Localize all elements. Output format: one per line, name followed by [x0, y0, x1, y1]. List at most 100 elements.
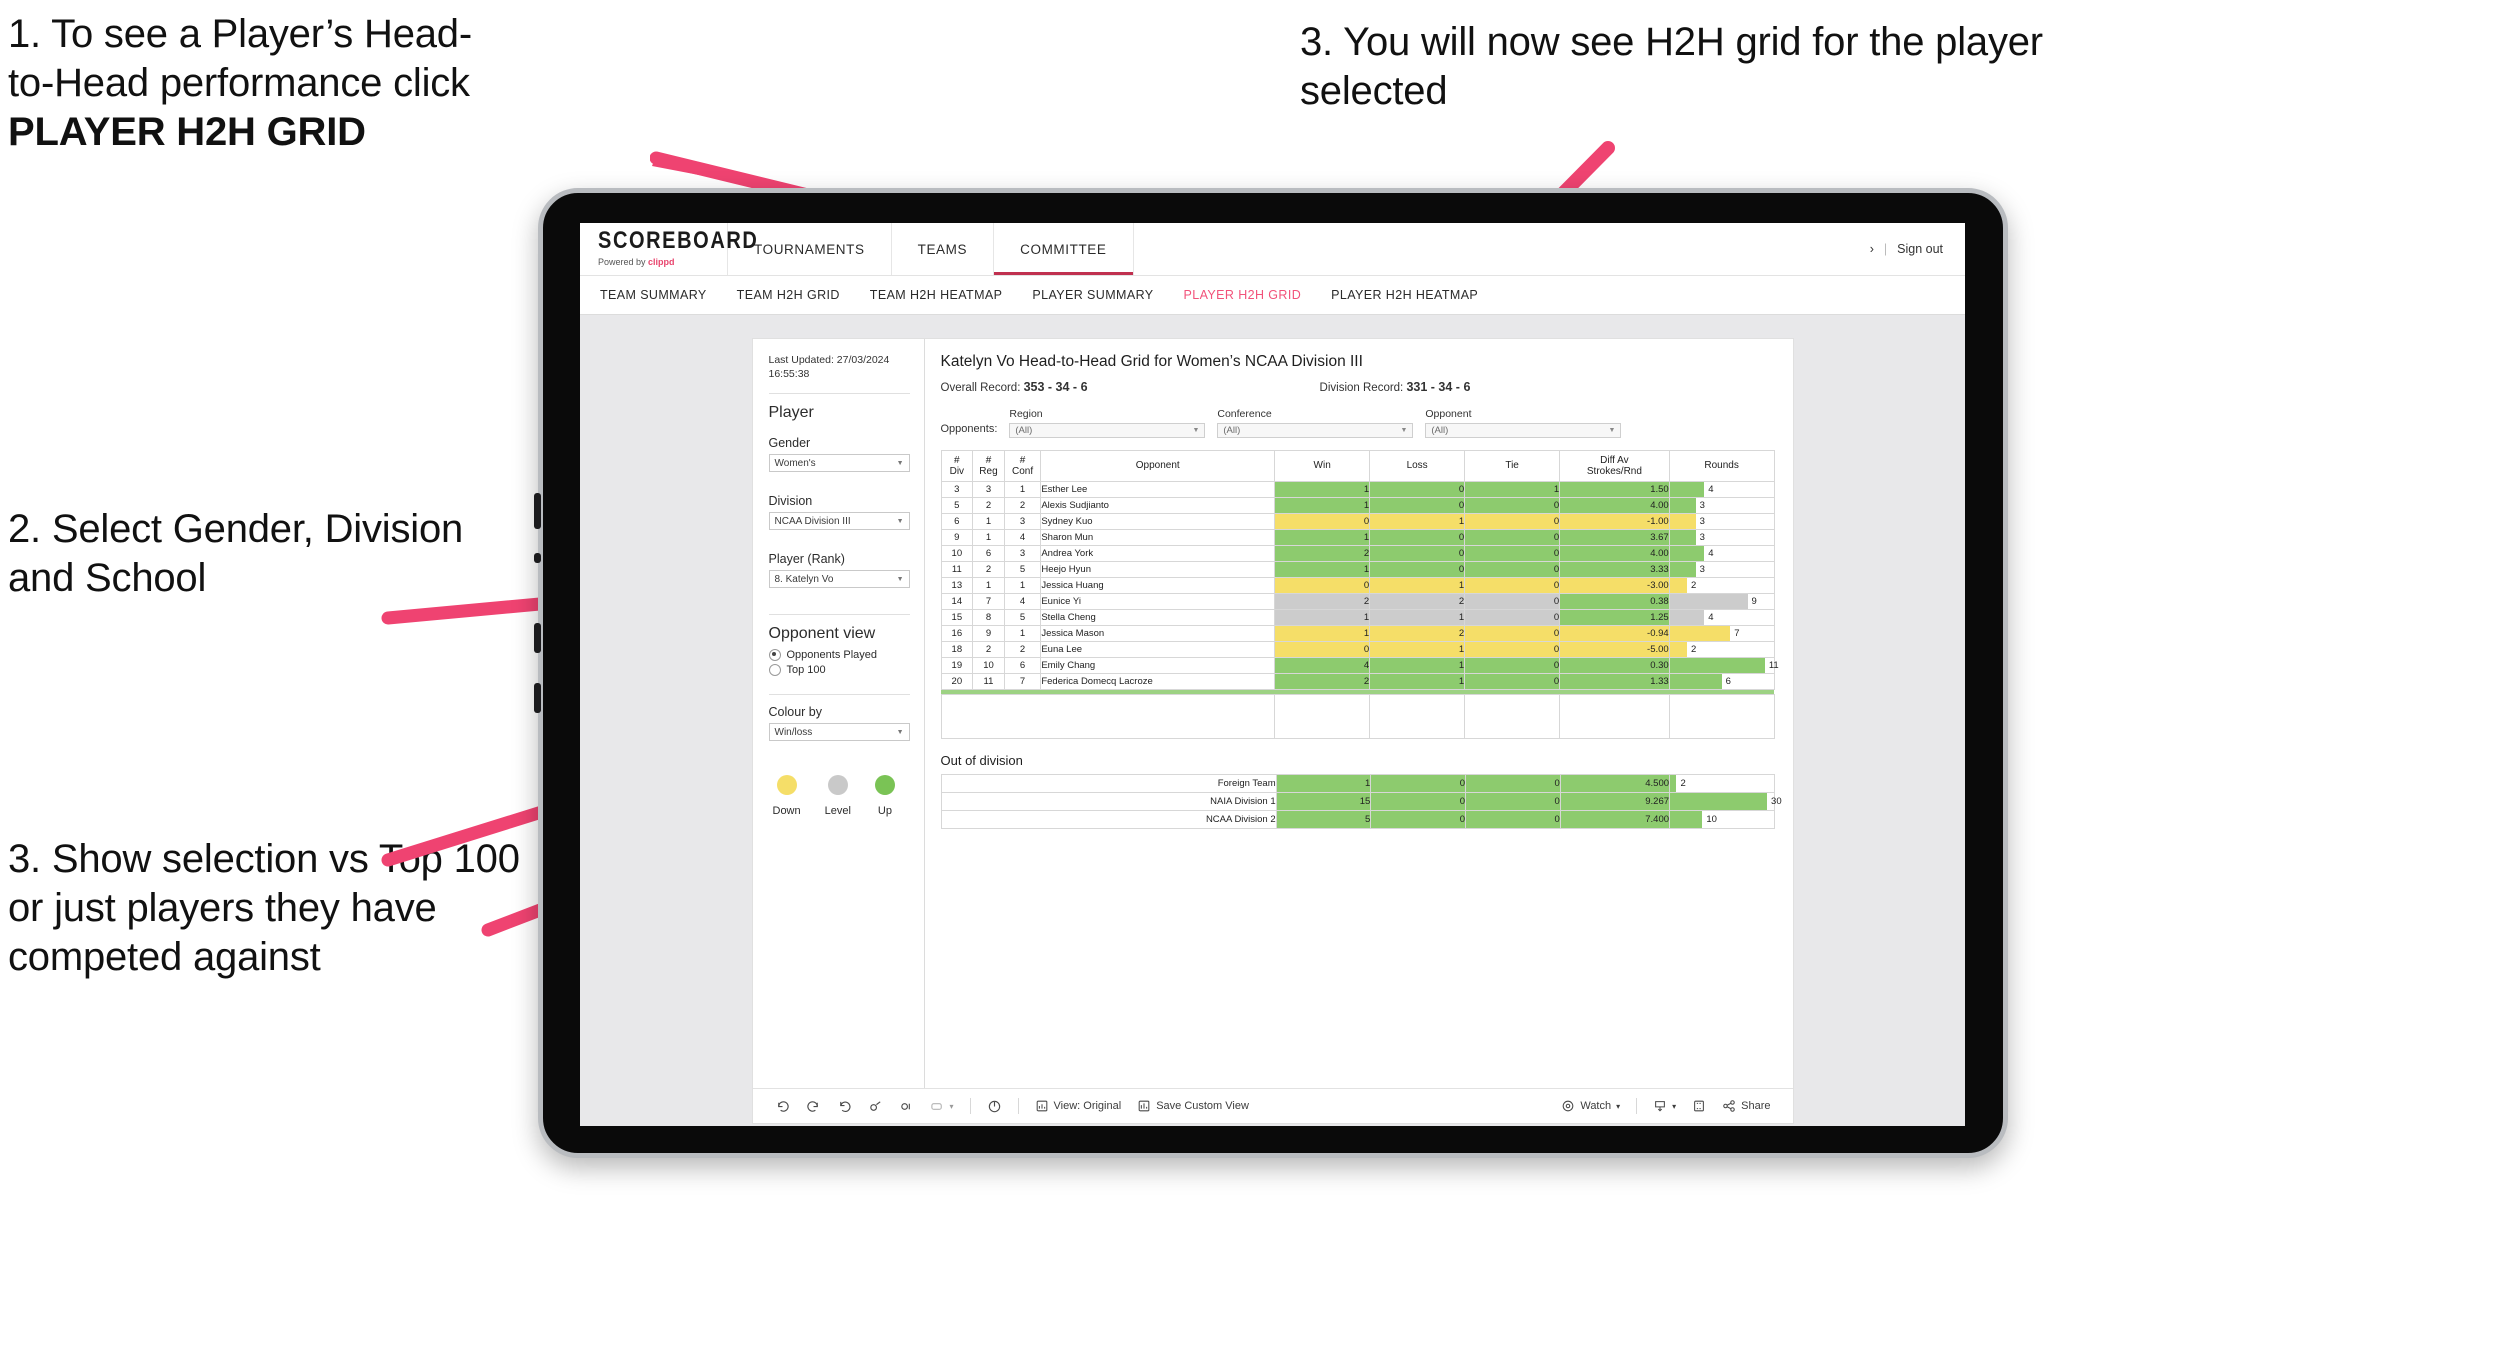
- rounds-value: 3: [1699, 532, 1705, 543]
- filler-win: [1274, 694, 1371, 739]
- rounds-bar: [1669, 562, 1696, 577]
- player-section-title: Player: [768, 404, 814, 422]
- cell-div: 16: [940, 625, 974, 642]
- table-row[interactable]: 18 2 2 Euna Lee 0 1 0 -5.00 2: [940, 641, 1775, 658]
- table-row[interactable]: 10 6 3 Andrea York 2 0 0 4.00 4: [940, 545, 1775, 562]
- gender-select[interactable]: Women's ▼: [768, 454, 910, 473]
- rounds-value: 2: [1680, 778, 1686, 789]
- cell-win: 1: [1274, 609, 1371, 626]
- rounds-bar: [1669, 642, 1687, 657]
- table-row[interactable]: 13 1 1 Jessica Huang 0 1 0 -3.00 2: [940, 577, 1775, 594]
- cell-diff: 4.00: [1559, 497, 1670, 514]
- subnav-player-h2h-heatmap[interactable]: PLAYER H2H HEATMAP: [1331, 288, 1478, 302]
- save-custom-view-button[interactable]: Save Custom View: [1129, 1099, 1257, 1113]
- tablet-button-4: [534, 683, 541, 713]
- cell-tie: 0: [1464, 609, 1561, 626]
- cell-tie: 0: [1464, 593, 1561, 610]
- subnav-player-h2h-grid[interactable]: PLAYER H2H GRID: [1184, 288, 1302, 302]
- h2h-table-wrapper[interactable]: # Div # Reg # Conf Opponent Win Loss Tie Di…: [940, 450, 1779, 739]
- cell-loss: 0: [1369, 497, 1466, 514]
- cell-win: 1: [1274, 529, 1371, 546]
- annotation-step-2: 2. Select Gender, Division and School: [8, 507, 464, 600]
- overall-record-value: 353 - 34 - 6: [1023, 380, 1088, 394]
- division-record: Division Record: 331 - 34 - 6: [1320, 380, 1471, 394]
- filter-conference-select[interactable]: (All) ▼: [1217, 423, 1414, 438]
- player-rank-select[interactable]: 8. Katelyn Vo ▼: [768, 570, 910, 589]
- cell-rounds: 6: [1668, 673, 1775, 690]
- viz-container: Last Updated: 27/03/2024 16:55:38 Player…: [752, 339, 1793, 1123]
- out-of-division-row[interactable]: Foreign Team 1 0 0 4.500 2: [940, 774, 1775, 793]
- table-row[interactable]: 14 7 4 Eunice Yi 2 2 0 0.38 9: [940, 593, 1775, 610]
- division-record-label: Division Record:: [1319, 382, 1404, 394]
- tablet-button-2: [534, 553, 541, 563]
- share-label: Share: [1741, 1100, 1771, 1112]
- cell-div: 11: [940, 561, 974, 578]
- rounds-value: 2: [1691, 580, 1697, 591]
- filter-region-select[interactable]: (All) ▼: [1009, 423, 1206, 438]
- user-chevron-icon[interactable]: ›: [1870, 242, 1874, 256]
- nav-committee[interactable]: COMMITTEE: [994, 223, 1134, 275]
- division-select[interactable]: NCAA Division III ▼: [768, 512, 910, 531]
- pause-refresh-button[interactable]: [891, 1099, 922, 1114]
- table-row[interactable]: 20 11 7 Federica Domecq Lacroze 2 1 0 1.33 6: [940, 673, 1775, 690]
- undo-button[interactable]: [767, 1099, 798, 1114]
- cell-win: 2: [1274, 545, 1371, 562]
- share-button[interactable]: Share: [1714, 1099, 1778, 1113]
- cell-tie: 0: [1464, 625, 1561, 642]
- fullscreen-button[interactable]: [1684, 1099, 1714, 1113]
- cell-win: 0: [1274, 641, 1371, 658]
- subnav-team-h2h-heatmap[interactable]: TEAM H2H HEATMAP: [870, 288, 1003, 302]
- radio-opponents-played[interactable]: Opponents Played: [768, 649, 910, 662]
- table-row[interactable]: 3 3 1 Esther Lee 1 0 1 1.50 4: [940, 481, 1775, 498]
- watch-button[interactable]: Watch ▾: [1553, 1099, 1628, 1113]
- cell-div: 15: [940, 609, 974, 626]
- subnav-player-summary[interactable]: PLAYER SUMMARY: [1032, 288, 1153, 302]
- table-row[interactable]: 15 8 5 Stella Cheng 1 1 0 1.25 4: [940, 609, 1775, 626]
- subnav-team-h2h-grid[interactable]: TEAM H2H GRID: [737, 288, 840, 302]
- subnav-team-summary[interactable]: TEAM SUMMARY: [600, 288, 707, 302]
- table-row[interactable]: 9 1 4 Sharon Mun 1 0 0 3.67 3: [940, 529, 1775, 546]
- table-row[interactable]: 5 2 2 Alexis Sudjianto 1 0 0 4.00 3: [940, 497, 1775, 514]
- col-conf: # Conf: [1003, 450, 1042, 482]
- filter-region-caption: Region: [1009, 408, 1043, 420]
- download-button[interactable]: ▾: [1645, 1099, 1684, 1113]
- cell-tie: 0: [1464, 561, 1561, 578]
- rounds-value: 7: [1734, 628, 1740, 639]
- table-row[interactable]: 16 9 1 Jessica Mason 1 2 0 -0.94 7: [940, 625, 1775, 642]
- ood-diff: 4.500: [1559, 774, 1671, 793]
- brand-logo[interactable]: SCOREBOARD Powered by clippd: [580, 223, 757, 275]
- pause-button[interactable]: [979, 1099, 1010, 1114]
- table-row[interactable]: 6 1 3 Sydney Kuo 0 1 0 -1.00 3: [940, 513, 1775, 530]
- cell-conf: 2: [1003, 497, 1042, 514]
- annotation-1-bold: PLAYER H2H GRID: [8, 109, 366, 154]
- filter-opponent-caption: Opponent: [1425, 408, 1472, 420]
- cell-reg: 11: [972, 673, 1005, 690]
- rounds-bar: [1669, 546, 1705, 561]
- refresh-button[interactable]: [860, 1099, 891, 1114]
- device-caret-icon: ▾: [949, 1101, 954, 1111]
- filter-opponent-select[interactable]: (All) ▼: [1425, 423, 1622, 438]
- cell-reg: 2: [972, 497, 1005, 514]
- records-row: Overall Record: 353 - 34 - 6 Division Re…: [941, 380, 1775, 394]
- top-navigation: TOURNAMENTS TEAMS COMMITTEE: [728, 223, 1134, 275]
- cell-win: 1: [1274, 497, 1371, 514]
- revert-button[interactable]: [829, 1099, 860, 1114]
- out-of-division-row[interactable]: NCAA Division 2 5 0 0 7.400 10: [940, 810, 1775, 829]
- cell-opponent: Heejo Hyun: [1040, 561, 1276, 578]
- out-of-division-row[interactable]: NAIA Division 1 15 0 0 9.267 30: [940, 792, 1782, 811]
- nav-teams[interactable]: TEAMS: [892, 223, 995, 275]
- device-preview-button[interactable]: ▾: [922, 1099, 962, 1114]
- table-row[interactable]: 19 10 6 Emily Chang 4 1 0 0.30 11: [940, 657, 1779, 674]
- cell-rounds: 9: [1668, 593, 1775, 610]
- colour-by-select[interactable]: Win/loss ▼: [768, 723, 910, 742]
- cell-win: 2: [1274, 673, 1371, 690]
- sign-out-link[interactable]: Sign out: [1897, 242, 1943, 256]
- legend-item-down: Down: [773, 775, 801, 817]
- cell-tie: 0: [1464, 513, 1561, 530]
- cell-div: 6: [940, 513, 974, 530]
- radio-top-100[interactable]: Top 100: [768, 664, 910, 677]
- table-row[interactable]: 11 2 5 Heejo Hyun 1 0 0 3.33 3: [940, 561, 1775, 578]
- redo-button[interactable]: [798, 1099, 829, 1114]
- overall-record-label: Overall Record:: [940, 382, 1021, 394]
- view-original-button[interactable]: View: Original: [1027, 1099, 1130, 1113]
